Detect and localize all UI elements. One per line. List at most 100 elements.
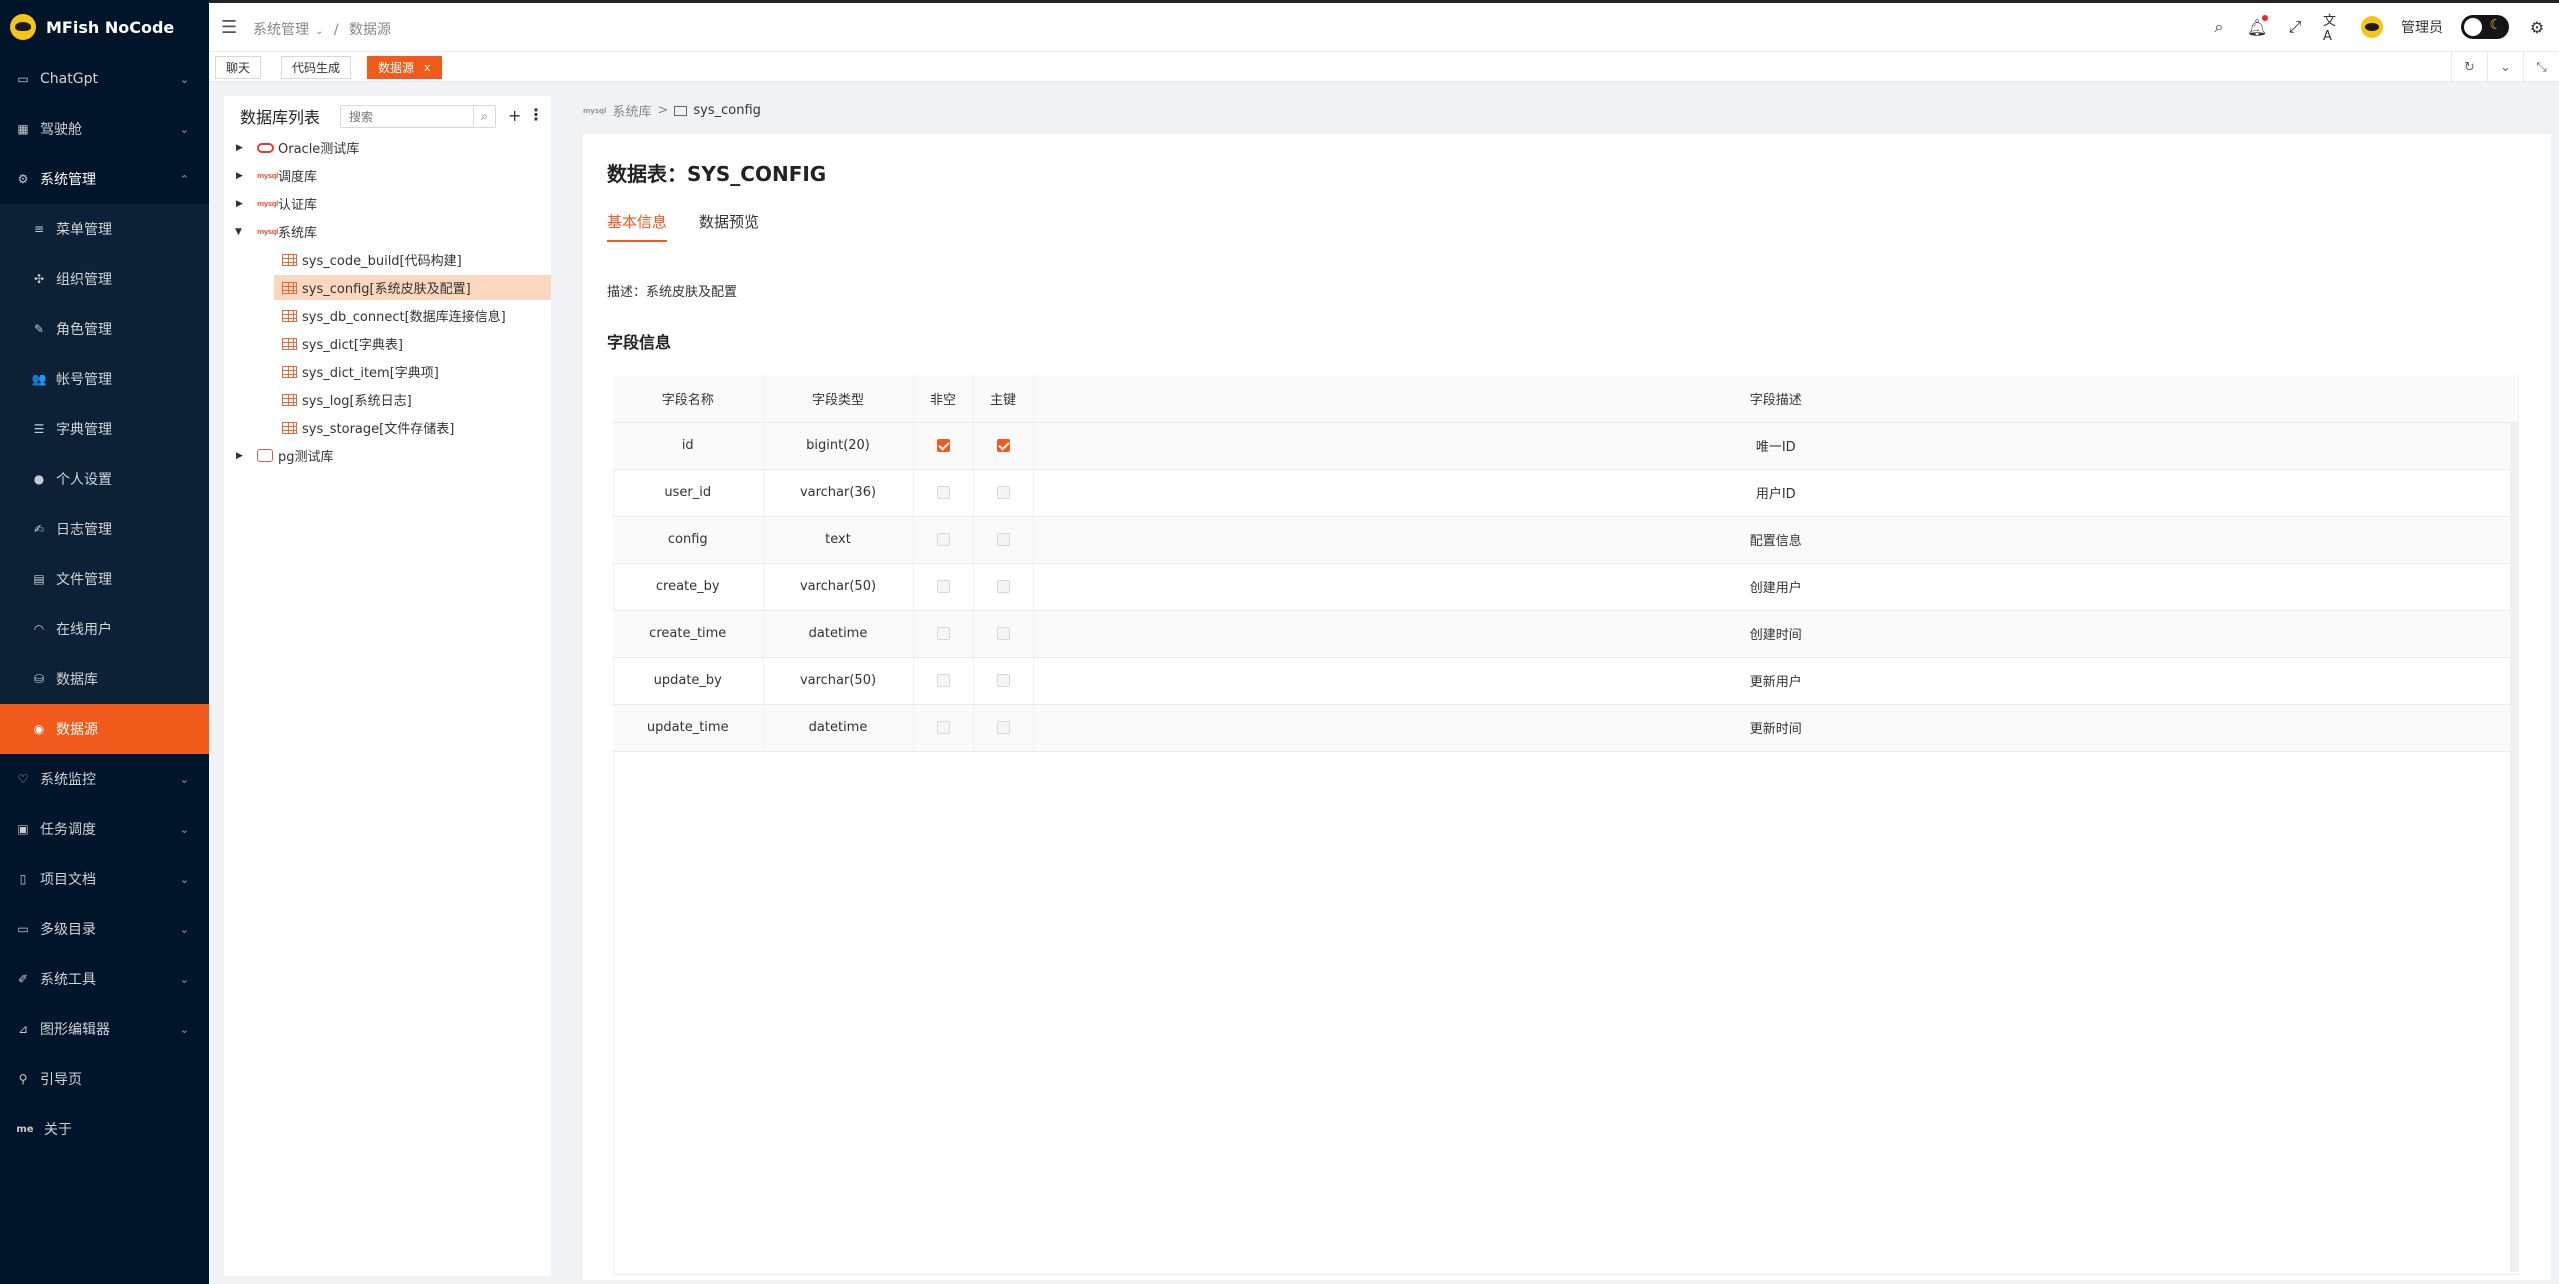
tree-node-oracle[interactable]: ▶ Oracle测试库 <box>224 135 551 160</box>
sidebar-item-menu-mgmt[interactable]: ≡ 菜单管理 <box>0 204 209 254</box>
section-title: 字段信息 <box>607 333 672 352</box>
tree-node-table[interactable]: sys_dict[字典表] <box>224 331 551 356</box>
not-null-checkbox[interactable] <box>936 533 950 546</box>
primary-key-checkbox[interactable] <box>996 721 1010 734</box>
tree-node-auth-db[interactable]: ▶ mysql 认证库 <box>224 191 551 216</box>
sidebar-item-label: 系统管理 <box>40 172 96 188</box>
sidebar-item-dict-mgmt[interactable]: ☰ 字典管理 <box>0 404 209 454</box>
sidebar-item-guide[interactable]: ⚲ 引导页 <box>0 1054 209 1104</box>
menu-toggle-icon[interactable]: ☰ <box>221 17 237 38</box>
sidebar-item-monitor[interactable]: ♡ 系统监控 ⌄ <box>0 754 209 804</box>
tree-node-pg-db[interactable]: ▶ pg测试库 <box>224 443 551 468</box>
primary-key-checkbox[interactable] <box>996 627 1010 640</box>
sidebar-item-label: 角色管理 <box>56 322 112 338</box>
search-input[interactable] <box>341 106 473 127</box>
search-icon[interactable]: ⌕ <box>473 106 495 127</box>
tree-node-table[interactable]: sys_dict_item[字典项] <box>224 359 551 384</box>
sidebar-item-label: 菜单管理 <box>56 222 112 238</box>
column-header[interactable]: 非空 <box>913 375 974 423</box>
table-row[interactable]: create_by varchar(50) 创建用户 <box>613 563 2519 611</box>
sidebar-item-cockpit[interactable]: ▦ 驾驶舱 ⌄ <box>0 104 209 154</box>
caret-right-icon[interactable]: ▶ <box>236 143 243 153</box>
table-row[interactable]: update_by varchar(50) 更新用户 <box>613 657 2519 705</box>
primary-key-checkbox[interactable] <box>996 533 1010 546</box>
breadcrumb-item[interactable]: 系统库 <box>612 101 651 120</box>
tree-node-label: sys_code_build[代码构建] <box>302 254 462 269</box>
tree-node-system-db[interactable]: ▼ mysql 系统库 <box>224 219 551 244</box>
column-header[interactable]: 主键 <box>973 375 1034 423</box>
maximize-icon[interactable]: ⤡ <box>2523 52 2559 82</box>
refresh-icon[interactable]: ↻ <box>2451 52 2487 82</box>
column-header[interactable]: 字段描述 <box>1033 375 2519 423</box>
caret-down-icon[interactable]: ▼ <box>235 227 242 237</box>
user-name[interactable]: 管理员 <box>2401 17 2443 37</box>
primary-key-checkbox[interactable] <box>996 439 1010 452</box>
table-body: id bigint(20) 唯一ID user_id varchar(36) 用户ID co… <box>613 422 2519 752</box>
theme-toggle[interactable]: ☾ <box>2461 15 2509 39</box>
primary-key-checkbox[interactable] <box>996 674 1010 687</box>
tab-code-gen[interactable]: 代码生成 <box>281 56 352 79</box>
table-row[interactable]: config text 配置信息 <box>613 516 2519 564</box>
tab-datasource[interactable]: 数据源 x <box>367 56 442 79</box>
not-null-checkbox[interactable] <box>936 439 950 452</box>
bell-icon[interactable]: 🔔︎ <box>2247 15 2268 37</box>
tree-node-table[interactable]: sys_db_connect[数据库连接信息] <box>224 303 551 328</box>
not-null-checkbox[interactable] <box>936 486 950 499</box>
search-icon[interactable]: ⌕ <box>2209 17 2229 37</box>
sidebar-item-personal[interactable]: ● 个人设置 <box>0 454 209 504</box>
sidebar-item-database[interactable]: ⛁ 数据库 <box>0 654 209 704</box>
not-null-checkbox[interactable] <box>936 674 950 687</box>
column-header[interactable]: 字段类型 <box>763 375 914 423</box>
sidebar-item-system[interactable]: ⚙ 系统管理 ⌃ <box>0 154 209 204</box>
avatar[interactable] <box>2361 16 2383 38</box>
sidebar-item-multilevel[interactable]: ▭ 多级目录 ⌄ <box>0 904 209 954</box>
sidebar-item-about[interactable]: me 关于 <box>0 1104 209 1154</box>
settings-icon[interactable]: ⚙ <box>2527 17 2547 37</box>
sidebar-item-tools[interactable]: ✐ 系统工具 ⌄ <box>0 954 209 1004</box>
table-row[interactable]: user_id varchar(36) 用户ID <box>613 469 2519 517</box>
sidebar-item-graph-editor[interactable]: ⊿ 图形编辑器 ⌄ <box>0 1004 209 1054</box>
primary-key-checkbox[interactable] <box>996 580 1010 593</box>
more-icon[interactable]: ⋮ <box>528 105 544 124</box>
caret-right-icon[interactable]: ▶ <box>236 451 243 461</box>
not-null-checkbox[interactable] <box>936 580 950 593</box>
not-null-checkbox[interactable] <box>936 627 950 640</box>
sidebar-item-account-mgmt[interactable]: 👥 帐号管理 <box>0 354 209 404</box>
tree-node-table[interactable]: sys_log[系统日志] <box>224 387 551 412</box>
chevron-down-icon[interactable]: ⌄ <box>2487 52 2523 82</box>
me-icon: me <box>16 1123 34 1135</box>
tab-basic-info[interactable]: 基本信息 <box>607 211 668 242</box>
sidebar-item-org-mgmt[interactable]: ✣ 组织管理 <box>0 254 209 304</box>
not-null-checkbox[interactable] <box>936 721 950 734</box>
tab-data-preview[interactable]: 数据预览 <box>699 211 759 242</box>
tab-chat[interactable]: 聊天 <box>215 56 262 79</box>
sidebar-item-docs[interactable]: ▯ 项目文档 ⌄ <box>0 854 209 904</box>
sidebar-item-online-users[interactable]: ◠ 在线用户 <box>0 604 209 654</box>
tree-node-table[interactable]: sys_code_build[代码构建] <box>224 247 551 272</box>
sidebar-item-log-mgmt[interactable]: ✍ 日志管理 <box>0 504 209 554</box>
column-header[interactable]: 字段名称 <box>613 375 764 423</box>
tree-node-table-selected[interactable]: sys_config[系统皮肤及配置] <box>224 275 551 300</box>
sidebar-item-chatgpt[interactable]: ▭ ChatGpt ⌄ <box>0 54 209 104</box>
table-row[interactable]: create_time datetime 创建时间 <box>613 610 2519 658</box>
table-row[interactable]: update_time datetime 更新时间 <box>613 704 2519 752</box>
table-row[interactable]: id bigint(20) 唯一ID <box>613 422 2519 470</box>
scrollbar[interactable] <box>2510 422 2518 1272</box>
breadcrumb-item[interactable]: 系统管理 <box>253 22 309 38</box>
sidebar-item-datasource[interactable]: ◉ 数据源 <box>0 704 209 754</box>
caret-right-icon[interactable]: ▶ <box>236 171 243 181</box>
primary-key-checkbox[interactable] <box>996 486 1010 499</box>
close-icon[interactable]: x <box>424 61 431 74</box>
caret-right-icon[interactable]: ▶ <box>236 199 243 209</box>
app-logo[interactable]: MFish NoCode <box>0 0 209 54</box>
translate-icon[interactable]: 文A <box>2323 14 2343 44</box>
sidebar-item-schedule[interactable]: ▣ 任务调度 ⌄ <box>0 804 209 854</box>
sidebar-item-file-mgmt[interactable]: ▤ 文件管理 <box>0 554 209 604</box>
tree-node-table[interactable]: sys_storage[文件存储表] <box>224 415 551 440</box>
fullscreen-icon[interactable]: ⤢ <box>2285 17 2305 37</box>
add-icon[interactable]: + <box>508 106 521 125</box>
sidebar-item-role-mgmt[interactable]: ✎ 角色管理 <box>0 304 209 354</box>
breadcrumb-separator: / <box>333 22 339 38</box>
tree-node-scheduler-db[interactable]: ▶ mysql 调度库 <box>224 163 551 188</box>
breadcrumb-item[interactable]: 数据源 <box>349 22 391 38</box>
